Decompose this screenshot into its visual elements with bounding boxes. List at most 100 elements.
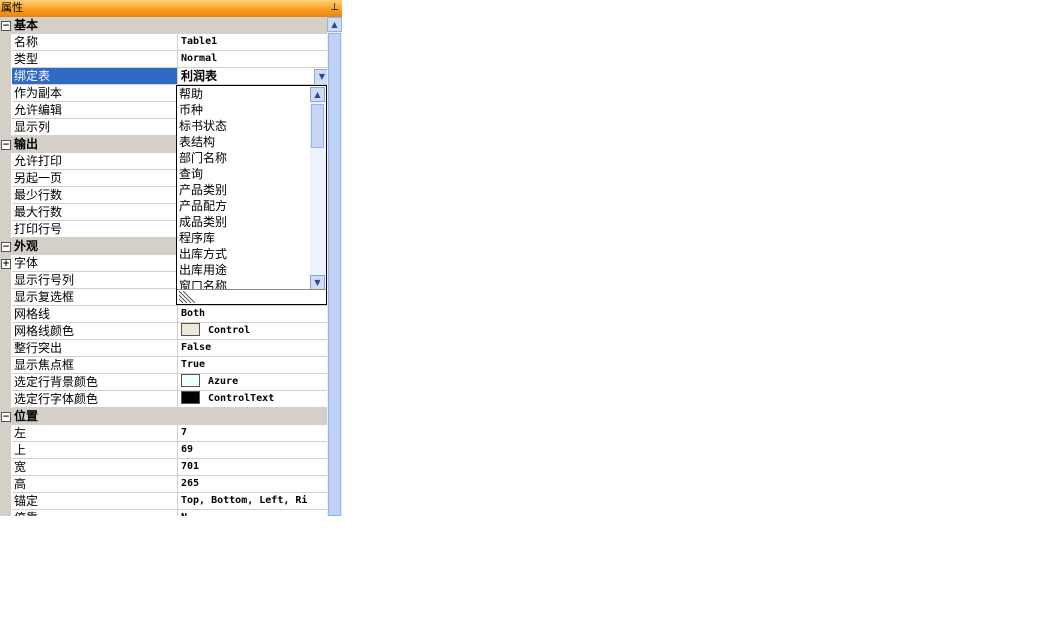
- dropdown-item[interactable]: 查询: [179, 166, 309, 182]
- resize-grip[interactable]: [177, 289, 326, 304]
- property-label: 上: [12, 442, 177, 459]
- property-value[interactable]: False: [177, 340, 327, 357]
- property-label: 绑定表: [12, 68, 177, 85]
- bind-table-dropdown-list[interactable]: 帮助 币种 标书状态 表结构 部门名称 查询 产品类别 产品配方 成品类别 程序库 出库方式 出库用途…: [176, 85, 327, 305]
- property-value[interactable]: Control: [177, 323, 327, 340]
- property-label: 显示焦点框: [12, 357, 177, 374]
- property-label: 停靠: [12, 510, 177, 516]
- property-label: 作为副本: [12, 85, 177, 102]
- property-row-grid-line-color[interactable]: 网格线颜色 Control: [0, 323, 327, 340]
- pin-icon[interactable]: ⊥: [330, 1, 339, 15]
- dropdown-scrollbar[interactable]: ▲ ▼: [310, 87, 326, 290]
- dropdown-item[interactable]: 产品类别: [179, 182, 309, 198]
- color-swatch: [181, 323, 200, 336]
- property-row-width[interactable]: 宽 701: [0, 459, 327, 476]
- property-label: 另起一页: [12, 170, 177, 187]
- category-label: 外观: [14, 239, 39, 253]
- property-row-full-row-highlight[interactable]: 整行突出 False: [0, 340, 327, 357]
- dropdown-item[interactable]: 帮助: [179, 86, 309, 102]
- property-value[interactable]: Top, Bottom, Left, Ri: [177, 493, 327, 510]
- property-value[interactable]: 265: [177, 476, 327, 493]
- resize-grip-icon: [179, 291, 195, 303]
- property-row-top[interactable]: 上 69: [0, 442, 327, 459]
- property-row-height[interactable]: 高 265: [0, 476, 327, 493]
- property-label: 显示行号列: [12, 272, 177, 289]
- dropdown-item[interactable]: 出库方式: [179, 246, 309, 262]
- property-row-dock[interactable]: 停靠 N: [0, 510, 327, 516]
- collapse-icon[interactable]: −: [1, 242, 11, 252]
- property-value[interactable]: Normal: [177, 51, 327, 68]
- dropdown-item[interactable]: 程序库: [179, 230, 309, 246]
- dropdown-item[interactable]: 部门名称: [179, 150, 309, 166]
- property-value[interactable]: ControlText: [177, 391, 327, 408]
- color-name: Azure: [208, 376, 239, 387]
- dropdown-item[interactable]: 标书状态: [179, 118, 309, 134]
- collapse-icon[interactable]: −: [1, 140, 11, 150]
- property-label: 类型: [12, 51, 177, 68]
- property-value[interactable]: 69: [177, 442, 327, 459]
- property-label: 最少行数: [12, 187, 177, 204]
- property-value[interactable]: Both: [177, 306, 327, 323]
- property-label: 允许打印: [12, 153, 177, 170]
- collapse-icon[interactable]: −: [1, 21, 11, 31]
- color-name: ControlText: [208, 393, 275, 404]
- property-value[interactable]: 701: [177, 459, 327, 476]
- panel-title-bar: 属性 ⊥: [0, 0, 342, 17]
- property-label: 网格线: [12, 306, 177, 323]
- property-label: 左: [12, 425, 177, 442]
- dropdown-item[interactable]: 成品类别: [179, 214, 309, 230]
- scroll-thumb[interactable]: [311, 104, 324, 148]
- property-label: 显示列: [12, 119, 177, 136]
- property-row-show-focus[interactable]: 显示焦点框 True: [0, 357, 327, 374]
- property-label: 宽: [12, 459, 177, 476]
- property-label: 高: [12, 476, 177, 493]
- property-row-sel-fore-color[interactable]: 选定行字体颜色 ControlText: [0, 391, 327, 408]
- scroll-thumb[interactable]: [328, 33, 341, 516]
- combo-value: 利润表: [181, 69, 218, 83]
- scroll-up-icon[interactable]: ▲: [327, 17, 342, 32]
- dropdown-item[interactable]: 表结构: [179, 134, 309, 150]
- color-swatch: [181, 374, 200, 387]
- property-row-type[interactable]: 类型 Normal: [0, 51, 327, 68]
- property-row-sel-back-color[interactable]: 选定行背景颜色 Azure: [0, 374, 327, 391]
- property-label: 字体: [12, 255, 177, 272]
- property-label: 锚定: [12, 493, 177, 510]
- property-value[interactable]: True: [177, 357, 327, 374]
- category-label: 基本: [14, 18, 39, 32]
- properties-panel: 属性 ⊥ − 基本 名称 Table1 类型 Normal 绑定表 利润表 ▼ …: [0, 0, 342, 516]
- category-label: 输出: [14, 137, 39, 151]
- panel-title: 属性: [1, 1, 23, 14]
- scroll-up-icon[interactable]: ▲: [310, 87, 325, 102]
- property-label: 最大行数: [12, 204, 177, 221]
- property-label: 选定行字体颜色: [12, 391, 177, 408]
- property-label: 打印行号: [12, 221, 177, 238]
- category-position[interactable]: − 位置: [0, 408, 327, 425]
- grid-scrollbar[interactable]: ▲: [327, 17, 342, 516]
- property-row-left[interactable]: 左 7: [0, 425, 327, 442]
- property-label: 选定行背景颜色: [12, 374, 177, 391]
- property-value[interactable]: 7: [177, 425, 327, 442]
- expand-icon[interactable]: +: [1, 259, 11, 269]
- property-row-name[interactable]: 名称 Table1: [0, 34, 327, 51]
- collapse-icon[interactable]: −: [1, 412, 11, 422]
- dropdown-item[interactable]: 产品配方: [179, 198, 309, 214]
- scroll-down-icon[interactable]: ▼: [310, 275, 325, 290]
- property-row-anchor[interactable]: 锚定 Top, Bottom, Left, Ri: [0, 493, 327, 510]
- property-label: 网格线颜色: [12, 323, 177, 340]
- color-name: Control: [208, 325, 251, 336]
- dropdown-item[interactable]: 出库用途: [179, 262, 309, 278]
- bind-table-combo[interactable]: 利润表 ▼: [177, 68, 327, 85]
- dropdown-item[interactable]: 币种: [179, 102, 309, 118]
- category-basic[interactable]: − 基本: [0, 17, 327, 34]
- property-value[interactable]: Table1: [177, 34, 327, 51]
- property-row-bind-table[interactable]: 绑定表 利润表 ▼: [0, 68, 327, 85]
- property-value[interactable]: Azure: [177, 374, 327, 391]
- dropdown-items: 帮助 币种 标书状态 表结构 部门名称 查询 产品类别 产品配方 成品类别 程序库 出库方式 出库用途…: [179, 86, 309, 294]
- color-swatch: [181, 391, 200, 404]
- property-label: 允许编辑: [12, 102, 177, 119]
- property-label: 名称: [12, 34, 177, 51]
- chevron-down-icon[interactable]: ▼: [314, 69, 327, 84]
- property-row-grid-lines[interactable]: 网格线 Both: [0, 306, 327, 323]
- property-value[interactable]: N: [177, 510, 327, 516]
- category-label: 位置: [14, 409, 39, 423]
